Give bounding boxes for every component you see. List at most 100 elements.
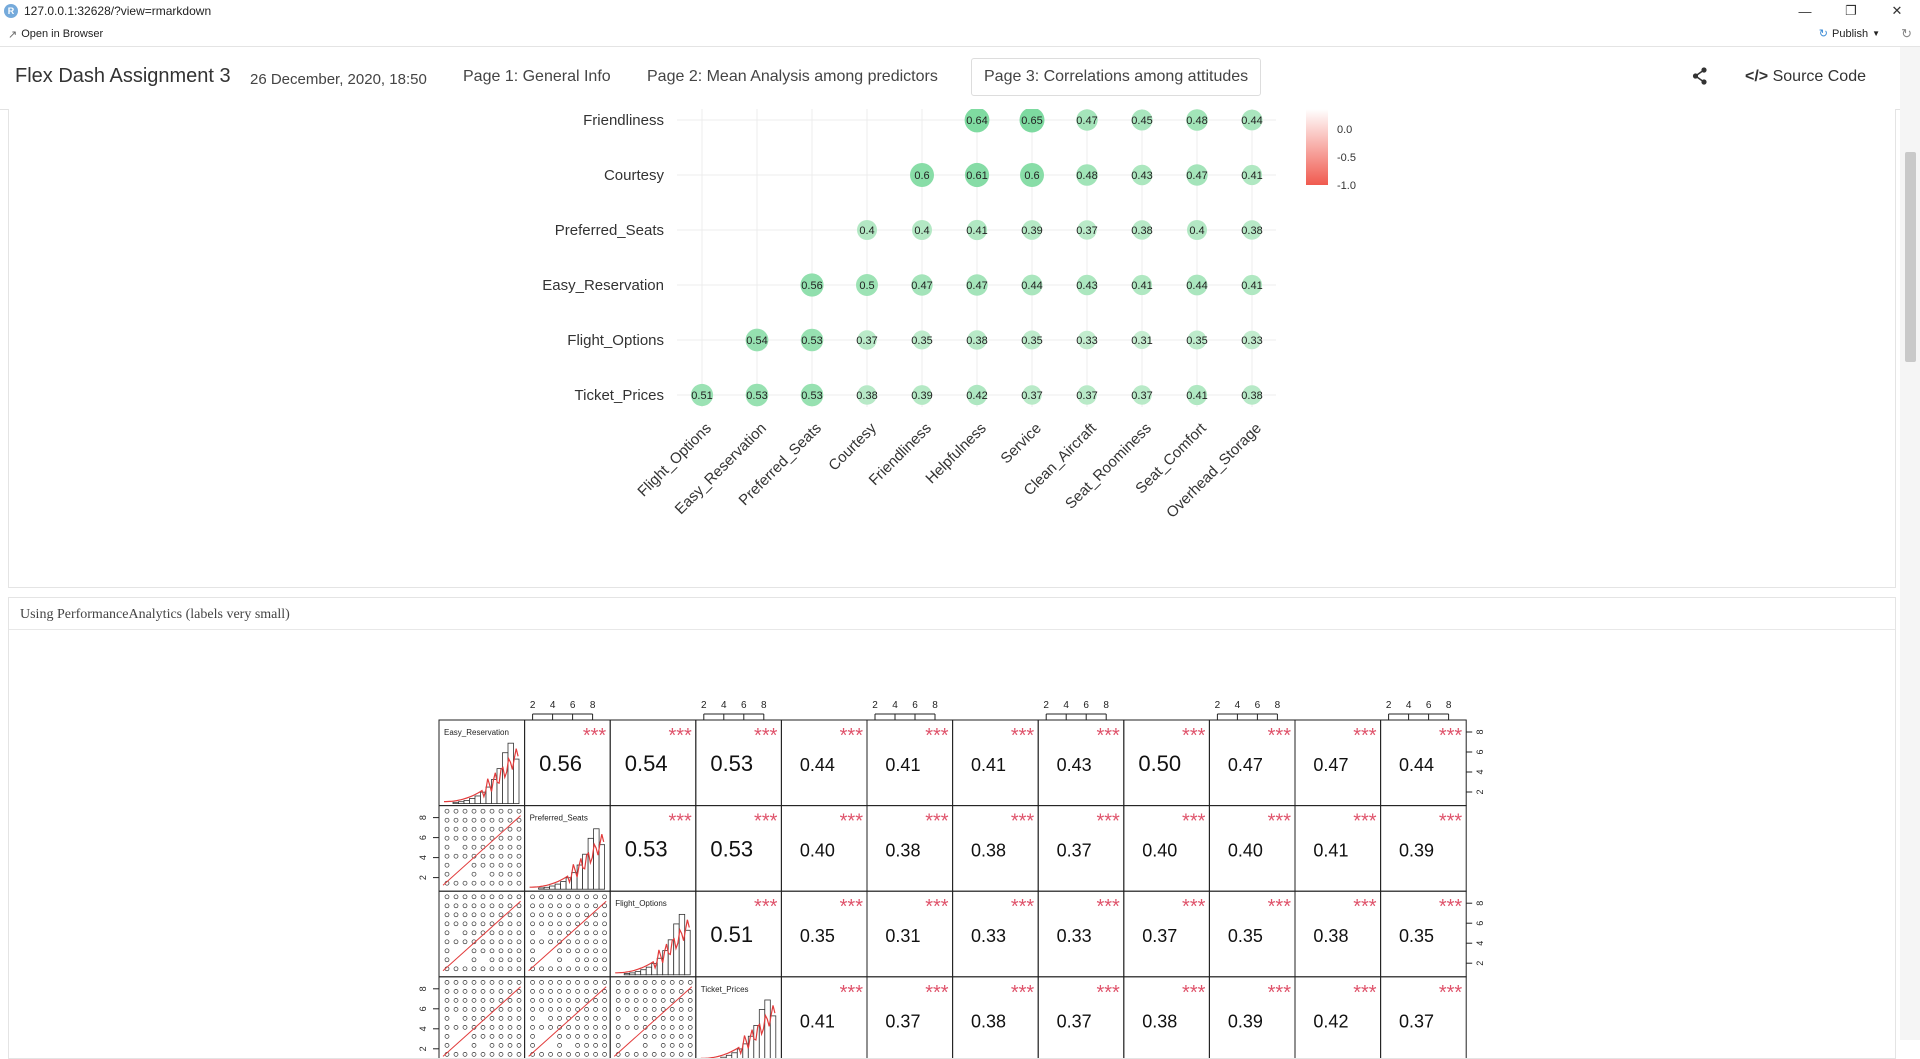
pairs-scatter-point xyxy=(453,903,459,909)
pairs-scatter-point xyxy=(557,1043,562,1048)
corrplot-col-label: Service xyxy=(997,420,1044,467)
pairs-scatter-point xyxy=(516,980,522,985)
pairs-fit-line xyxy=(613,986,693,1057)
pairs-scatter-point xyxy=(593,1043,598,1048)
tab-page-3[interactable]: Page 3: Correlations among attitudes xyxy=(971,58,1262,96)
corrplot-value-label: 0.41 xyxy=(966,225,987,237)
pairs-correlation-value: 0.44 xyxy=(800,755,835,775)
pairs-scatter-point xyxy=(453,835,459,841)
source-code-button[interactable]: </> Source Code xyxy=(1745,68,1866,86)
pairs-diag-label: Preferred_Seats xyxy=(530,814,588,823)
pairs-scatter-point xyxy=(615,1007,621,1012)
pairs-axis-tick-label: 2 xyxy=(872,700,878,711)
pairs-scatter-point xyxy=(453,989,459,994)
pairs-axis-tick-label: 2 xyxy=(1475,961,1485,966)
pairs-scatter-point xyxy=(575,912,580,918)
pairs-significance-stars: *** xyxy=(1439,896,1463,918)
pairs-scatter-point xyxy=(669,1034,675,1039)
pairs-scatter-point xyxy=(539,1052,544,1057)
pairs-scatter-point xyxy=(584,1025,589,1030)
minimize-icon[interactable]: — xyxy=(1782,0,1828,22)
pairs-scatter-point xyxy=(498,894,504,900)
pairs-scatter-point xyxy=(498,1034,504,1039)
pairs-scatter-point xyxy=(444,903,450,909)
pairs-scatter-point xyxy=(471,894,477,900)
pairs-hist-bar xyxy=(576,864,583,890)
pairs-scatter-point xyxy=(669,989,675,994)
pairs-scatter-point xyxy=(453,939,459,945)
corrplot-value-label: 0.39 xyxy=(1021,225,1042,237)
pairs-scatter-point xyxy=(575,966,580,972)
pairs-significance-stars: *** xyxy=(1011,811,1035,833)
pairs-scatter-point xyxy=(548,1025,553,1030)
pairs-scatter-point xyxy=(480,808,486,814)
pairs-significance-stars: *** xyxy=(1096,811,1120,833)
tab-page-2[interactable]: Page 2: Mean Analysis among predictors xyxy=(647,68,938,86)
pairs-diag-label: Ticket_Prices xyxy=(701,985,749,994)
pairs-hist-bar xyxy=(496,768,503,804)
pairs-hist-bar xyxy=(725,1054,733,1058)
pairs-scatter-point xyxy=(584,980,589,985)
pairs-scatter-point xyxy=(498,930,504,936)
corrplot-legend-bar xyxy=(1306,109,1328,185)
close-icon[interactable]: ✕ xyxy=(1874,0,1920,22)
pairs-scatter-point xyxy=(566,912,571,918)
pairs-scatter-point xyxy=(489,817,495,823)
open-in-browser-button[interactable]: ↗ Open in Browser xyxy=(8,28,103,41)
pairs-axis-tick-label: 2 xyxy=(418,875,428,880)
pairs-scatter-point xyxy=(498,912,504,918)
pairs-scatter-point xyxy=(462,880,468,886)
viewer-toolbar: ↗ Open in Browser xyxy=(0,22,1920,47)
pairs-scatter-point xyxy=(462,826,468,832)
scrollbar-thumb[interactable] xyxy=(1905,152,1916,362)
pairs-scatter-point xyxy=(548,894,553,900)
pairs-scatter-point xyxy=(507,998,513,1003)
corrplot-value-label: 0.4 xyxy=(1189,225,1204,237)
pairs-scatter-point xyxy=(489,1043,495,1048)
pairs-scatter-point xyxy=(602,1016,607,1021)
pairs-scatter-point xyxy=(471,912,477,918)
pairs-scatter-point xyxy=(530,980,535,985)
pairs-scatter-point xyxy=(471,826,477,832)
pairs-scatter-point xyxy=(471,980,477,985)
share-icon[interactable] xyxy=(1692,67,1708,90)
refresh-icon[interactable]: ↻ xyxy=(1901,26,1912,42)
pairs-scatter-point xyxy=(453,1052,459,1057)
pairs-scatter-point xyxy=(462,835,468,841)
corrplot-value-label: 0.48 xyxy=(1076,170,1097,182)
pairs-scatter-point xyxy=(624,980,630,985)
pairs-scatter-point xyxy=(593,939,598,945)
tab-page-1[interactable]: Page 1: General Info xyxy=(463,68,611,86)
pairs-scatter-point xyxy=(602,966,607,972)
pairs-scatter-point xyxy=(489,1052,495,1057)
publish-button[interactable]: ↻ Publish ▼ xyxy=(1819,27,1880,41)
pairs-scatter-point xyxy=(498,903,504,909)
pairs-significance-stars: *** xyxy=(1096,896,1120,918)
corrplot-value-label: 0.37 xyxy=(856,335,877,347)
pairs-fit-line xyxy=(442,815,521,886)
pairs-axis-tick-label: 8 xyxy=(1475,729,1485,734)
pairs-scatter-point xyxy=(642,980,648,985)
pairs-scatter-point xyxy=(593,948,598,954)
pairs-scatter-point xyxy=(548,989,553,994)
pairs-scatter-point xyxy=(507,871,513,877)
pairs-axis-tick-label: 6 xyxy=(570,700,576,711)
window-url: 127.0.0.1:32628/?view=rmarkdown xyxy=(24,4,212,18)
pairs-scatter-point xyxy=(669,998,675,1003)
pairs-scatter-point xyxy=(557,912,562,918)
restore-icon[interactable]: ❐ xyxy=(1828,0,1874,22)
pairs-scatter-point xyxy=(687,1034,693,1039)
pairs-fit-line xyxy=(442,900,521,972)
pairs-scatter-point xyxy=(593,1007,598,1012)
vertical-scrollbar[interactable] xyxy=(1900,47,1920,1040)
pairs-scatter-point xyxy=(539,966,544,972)
pairs-scatter-point xyxy=(444,1043,450,1048)
pairs-significance-stars: *** xyxy=(840,725,864,747)
pairs-scatter-point xyxy=(566,966,571,972)
pairs-scatter-point xyxy=(480,1007,486,1012)
pairs-scatter-point xyxy=(507,948,513,954)
corrplot-row-label: Preferred_Seats xyxy=(555,222,664,239)
pairs-scatter-point xyxy=(651,1052,657,1057)
pairs-scatter-point xyxy=(530,903,535,909)
pairs-scatter-point xyxy=(557,1016,562,1021)
